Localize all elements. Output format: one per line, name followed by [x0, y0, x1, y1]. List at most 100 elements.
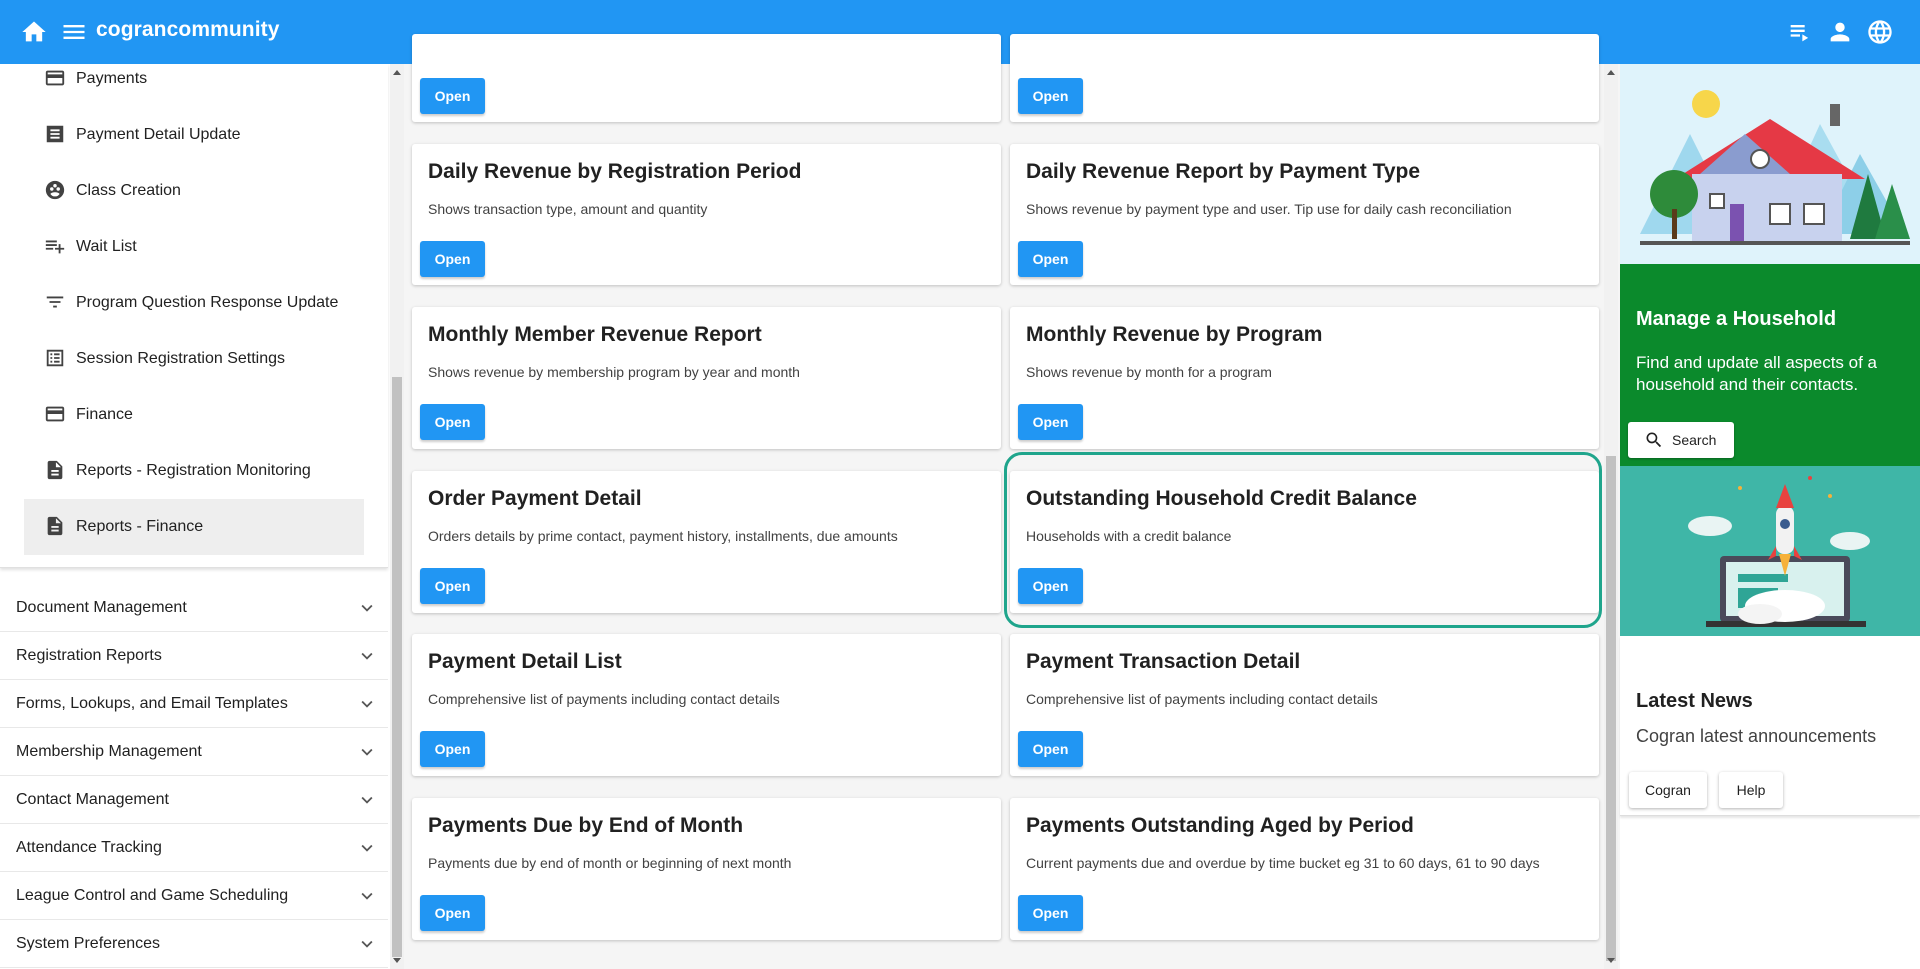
card-description: Shows revenue by month for a program — [1026, 364, 1272, 380]
main-scrollbar[interactable] — [1604, 64, 1618, 969]
open-button[interactable]: Open — [420, 404, 485, 440]
report-card-payments-outstanding-aged: Payments Outstanding Aged by Period Curr… — [1010, 798, 1599, 940]
house-illustration — [1620, 64, 1920, 264]
chevron-down-icon — [356, 597, 378, 619]
sidebar-group-attendance-tracking[interactable]: Attendance Tracking — [0, 824, 388, 872]
app-brand[interactable]: cograncommunity — [96, 18, 280, 42]
report-card: Open — [412, 34, 1001, 122]
sidebar-group-label: Registration Reports — [16, 646, 162, 664]
news-title: Latest News — [1636, 690, 1753, 712]
search-button-label: Search — [1672, 432, 1717, 448]
scrollbar-thumb[interactable] — [1606, 456, 1616, 961]
rocket-illustration — [1620, 466, 1920, 636]
sidebar-group-label: Document Management — [16, 598, 187, 616]
chevron-down-icon — [356, 837, 378, 859]
search-button[interactable]: Search — [1628, 422, 1734, 458]
sidebar-item-reports-finance[interactable]: Reports - Finance — [24, 499, 364, 555]
chevron-down-icon — [356, 693, 378, 715]
group-circle-icon — [44, 179, 68, 203]
playlist-icon[interactable] — [1786, 18, 1814, 46]
sidebar-group-label: League Control and Game Scheduling — [16, 886, 289, 904]
search-icon — [1646, 432, 1662, 448]
sidebar-submenu: Payments Payment Detail Update Class Cre… — [0, 64, 388, 568]
home-icon[interactable] — [20, 18, 48, 46]
right-panel: Manage a Household Find and update all a… — [1620, 64, 1920, 969]
sidebar-group-document-management[interactable]: Document Management — [0, 584, 388, 632]
sidebar-item-class-creation[interactable]: Class Creation — [24, 163, 364, 219]
chevron-down-icon — [356, 741, 378, 763]
scrollbar-thumb[interactable] — [392, 377, 402, 957]
sidebar-group-membership-management[interactable]: Membership Management — [0, 728, 388, 776]
card-description: Shows revenue by payment type and user. … — [1026, 201, 1512, 217]
sidebar-group-contact-management[interactable]: Contact Management — [0, 776, 388, 824]
open-button[interactable]: Open — [420, 895, 485, 931]
chevron-down-icon — [356, 933, 378, 955]
sidebar-item-payment-detail-update[interactable]: Payment Detail Update — [24, 107, 364, 163]
open-button[interactable]: Open — [1018, 731, 1083, 767]
open-button[interactable]: Open — [1018, 241, 1083, 277]
sidebar-item-session-registration[interactable]: Session Registration Settings — [24, 331, 364, 387]
scroll-down-icon[interactable] — [1607, 958, 1615, 963]
sidebar-item-program-question[interactable]: Program Question Response Update — [24, 275, 364, 331]
open-button[interactable]: Open — [420, 78, 485, 114]
scroll-up-icon[interactable] — [1607, 70, 1615, 75]
report-card-monthly-revenue-program: Monthly Revenue by Program Shows revenue… — [1010, 307, 1599, 449]
sidebar-item-payments[interactable]: Payments — [24, 64, 364, 107]
open-button[interactable]: Open — [1018, 568, 1083, 604]
scroll-down-icon[interactable] — [393, 958, 401, 963]
help-button[interactable]: Help — [1719, 772, 1783, 808]
playlist-add-icon — [44, 235, 68, 259]
document-icon — [44, 459, 68, 483]
open-button[interactable]: Open — [420, 731, 485, 767]
sidebar-item-label: Class Creation — [76, 182, 181, 199]
sidebar-item-label: Session Registration Settings — [76, 350, 285, 367]
report-card-payments-due-end-month: Payments Due by End of Month Payments du… — [412, 798, 1001, 940]
open-button[interactable]: Open — [1018, 404, 1083, 440]
list-box-icon — [44, 123, 68, 147]
credit-card-icon — [44, 67, 68, 91]
sidebar-group-league-control[interactable]: League Control and Game Scheduling — [0, 872, 388, 920]
sidebar-group-label: Contact Management — [16, 790, 169, 808]
open-button[interactable]: Open — [1018, 78, 1083, 114]
sidebar-item-wait-list[interactable]: Wait List — [24, 219, 364, 275]
sidebar: Payments Payment Detail Update Class Cre… — [0, 64, 390, 969]
sidebar-group-label: System Preferences — [16, 934, 161, 952]
sidebar-item-label: Program Question Response Update — [76, 294, 339, 311]
checklist-icon — [44, 347, 68, 371]
card-title: Payments Outstanding Aged by Period — [1026, 814, 1414, 837]
globe-icon[interactable] — [1866, 18, 1894, 46]
account-icon[interactable] — [1826, 18, 1854, 46]
card-title: Daily Revenue by Registration Period — [428, 160, 802, 183]
card-description: Comprehensive list of payments including… — [428, 691, 780, 707]
open-button[interactable]: Open — [420, 241, 485, 277]
card-title: Monthly Member Revenue Report — [428, 323, 762, 346]
sidebar-group-label: Membership Management — [16, 742, 202, 760]
sidebar-group-label: Attendance Tracking — [16, 838, 162, 856]
report-card-outstanding-credit-balance: Outstanding Household Credit Balance Hou… — [1010, 471, 1599, 613]
card-description: Comprehensive list of payments including… — [1026, 691, 1378, 707]
open-button[interactable]: Open — [1018, 895, 1083, 931]
sidebar-scrollbar[interactable] — [390, 64, 404, 969]
cogran-button[interactable]: Cogran — [1629, 772, 1707, 808]
sidebar-group-forms-lookups[interactable]: Forms, Lookups, and Email Templates — [0, 680, 388, 728]
report-card-payment-detail-list: Payment Detail List Comprehensive list o… — [412, 634, 1001, 776]
scroll-up-icon[interactable] — [393, 70, 401, 75]
sidebar-item-reports-registration[interactable]: Reports - Registration Monitoring — [24, 443, 364, 499]
card-title: Payments Due by End of Month — [428, 814, 744, 837]
open-button[interactable]: Open — [420, 568, 485, 604]
sidebar-item-label: Reports - Finance — [76, 518, 204, 535]
card-description: Households with a credit balance — [1026, 528, 1232, 544]
sidebar-item-label: Reports - Registration Monitoring — [76, 462, 311, 479]
card-description: Orders details by prime contact, payment… — [428, 528, 898, 544]
news-description: Cogran latest announcements — [1636, 726, 1877, 746]
menu-icon[interactable] — [60, 18, 88, 46]
card-title: Daily Revenue Report by Payment Type — [1026, 160, 1421, 183]
card-description: Shows revenue by membership program by y… — [428, 364, 800, 380]
sidebar-group-registration-reports[interactable]: Registration Reports — [0, 632, 388, 680]
card-title: Outstanding Household Credit Balance — [1026, 487, 1417, 510]
card-title: Order Payment Detail — [428, 487, 642, 510]
sidebar-group-system-preferences[interactable]: System Preferences — [0, 920, 388, 968]
document-icon — [44, 515, 68, 539]
card-description: Payments due by end of month or beginnin… — [428, 855, 792, 871]
sidebar-item-finance[interactable]: Finance — [24, 387, 364, 443]
